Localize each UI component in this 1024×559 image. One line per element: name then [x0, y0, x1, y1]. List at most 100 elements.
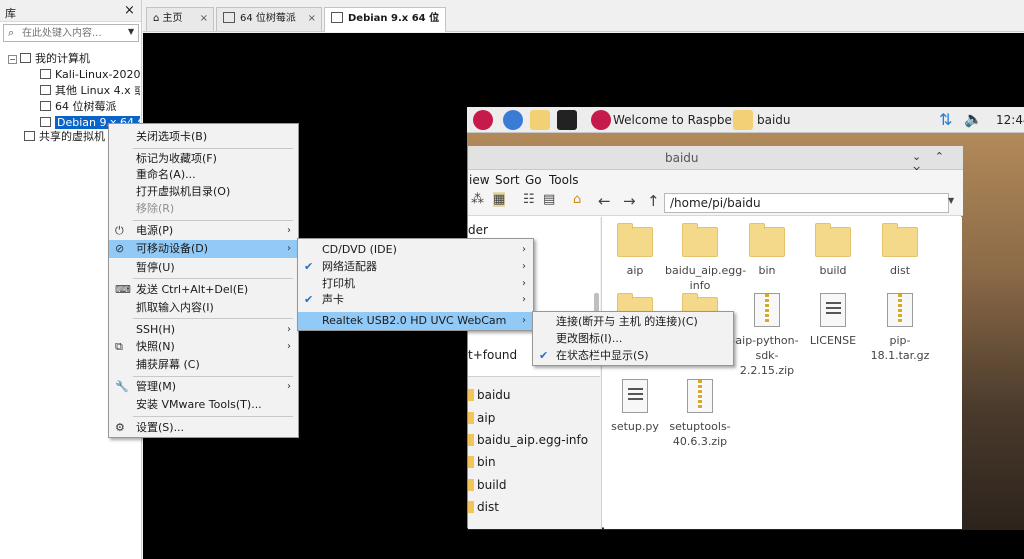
library-search-input[interactable] — [22, 26, 122, 40]
file-item[interactable]: LICENSE — [798, 293, 868, 348]
tree-folder[interactable]: aip — [468, 411, 495, 425]
file-item[interactable]: baidu_aip.egg-info — [665, 223, 746, 293]
device-item-sound[interactable]: ✔ 声卡 › — [298, 291, 533, 309]
window-title: baidu — [665, 151, 699, 165]
tab-vm[interactable]: 64 位树莓派 × — [216, 7, 322, 31]
check-icon: ✔ — [539, 349, 549, 362]
menu-item-close-tab[interactable]: 关闭选项卡(B) — [109, 128, 298, 146]
device-item-cdrom[interactable]: CD/DVD (IDE) › — [298, 241, 533, 259]
compact-view-icon[interactable]: ☷ — [523, 192, 535, 207]
menu-item-pause[interactable]: 暂停(U) — [109, 259, 298, 277]
tree-folder[interactable]: baidu_aip.egg-info — [468, 433, 588, 447]
menu-go[interactable]: Go — [525, 173, 542, 187]
device-item-webcam[interactable]: Realtek USB2.0 HD UVC WebCam › — [298, 312, 533, 330]
vm-icon — [223, 12, 235, 23]
raspberry-menu-icon[interactable] — [473, 110, 493, 130]
folder-icon — [468, 479, 474, 491]
grid-view-icon[interactable]: ▦ — [493, 192, 506, 207]
taskbar-app-label[interactable]: Welcome to Raspberr... — [613, 113, 752, 127]
tree-item-shared[interactable]: 共享的虚拟机 — [24, 129, 105, 145]
file-item[interactable]: aip — [600, 223, 670, 278]
tree-item-vm[interactable]: Kali-Linux-2020. — [40, 67, 140, 83]
tree-folder[interactable]: build — [468, 478, 507, 492]
library-close-button[interactable]: × — [124, 3, 135, 18]
file-item[interactable]: bin — [732, 223, 802, 278]
menu-item-ctrl-alt-del[interactable]: ⌨ 发送 Ctrl+Alt+Del(E) — [109, 281, 298, 299]
power-icon: ⏻ — [115, 224, 124, 237]
path-input[interactable] — [664, 193, 949, 213]
tab-close-button[interactable]: × — [200, 8, 208, 30]
file-item[interactable]: aip-python-sdk-2.2.15.zip — [732, 293, 802, 378]
path-dropdown-icon[interactable]: ▼ — [948, 196, 954, 205]
tree-item-vm[interactable]: 64 位树莓派 — [40, 99, 140, 115]
tree-folder[interactable]: baidu — [468, 388, 511, 402]
icon-view-icon[interactable]: ⁂ — [471, 192, 484, 207]
tab-vm-active[interactable]: Debian 9.x 64 位 × — [324, 7, 446, 32]
device-icon: ⊘ — [115, 242, 125, 255]
menu-separator — [133, 318, 293, 319]
folder-icon[interactable] — [530, 110, 550, 130]
file-item[interactable]: setuptools-40.6.3.zip — [665, 379, 735, 449]
home-icon: ⌂ — [153, 13, 163, 24]
submenu-arrow-icon: › — [287, 243, 291, 254]
vm-icon — [40, 101, 51, 111]
webcam-submenu: 连接(断开与 主机 的连接)(C) 更改图标(I)... ✔ 在状态栏中显示(S) — [532, 311, 734, 366]
devices-submenu: CD/DVD (IDE) › ✔ 网络适配器 › 打印机 › ✔ 声卡 › Realtek … — [297, 238, 534, 331]
menu-sort[interactable]: Sort — [495, 173, 520, 187]
menu-item-capture-screen[interactable]: 捕获屏幕 (C) — [109, 356, 298, 374]
menu-item-removable-devices[interactable]: ⊘ 可移动设备(D) › — [109, 240, 298, 258]
menu-item-manage[interactable]: 🔧 管理(M) › — [109, 378, 298, 396]
home-folder-icon[interactable]: ⌂ — [573, 192, 581, 207]
file-item[interactable]: build — [798, 223, 868, 278]
menu-view[interactable]: iew — [469, 173, 490, 187]
network-icon[interactable]: ⇅ — [939, 110, 952, 129]
back-icon[interactable]: ← — [598, 192, 611, 210]
device-item-network[interactable]: ✔ 网络适配器 › — [298, 258, 533, 276]
menu-item-open-dir[interactable]: 打开虚拟机目录(O) — [109, 183, 298, 201]
browser-icon[interactable] — [503, 110, 523, 130]
webcam-item-show-status[interactable]: ✔ 在状态栏中显示(S) — [533, 347, 733, 365]
tab-close-button[interactable]: × — [308, 8, 316, 30]
collapse-icon[interactable]: − — [8, 55, 17, 64]
menu-item-snapshot[interactable]: ⧉ 快照(N) › — [109, 338, 298, 356]
menu-item-power[interactable]: ⏻ 电源(P) › — [109, 222, 298, 240]
tree-folder[interactable]: bin — [468, 455, 496, 469]
guest-taskbar: Welcome to Raspberr... baidu ⇅ 🔈 12:44 — [467, 107, 1024, 133]
menu-item-ssh[interactable]: SSH(H) › — [109, 321, 298, 339]
menu-separator — [133, 376, 293, 377]
vm-running-icon — [40, 117, 51, 127]
tree-item-my-computer[interactable]: − 我的计算机 — [8, 51, 90, 67]
file-item[interactable]: setup.py — [600, 379, 670, 434]
tree-item-vm[interactable]: 其他 Linux 4.x 或 — [40, 83, 140, 99]
file-manager-titlebar[interactable]: baidu ⌄ ⌃ × — [468, 146, 963, 176]
up-icon[interactable]: ↑ — [647, 192, 660, 210]
forward-icon[interactable]: → — [623, 192, 636, 210]
menu-item-remove[interactable]: 移除(R) — [109, 200, 298, 218]
folder-icon — [617, 223, 653, 257]
taskbar-folder-label[interactable]: baidu — [757, 113, 791, 127]
menu-item-rename[interactable]: 重命名(A)... — [109, 166, 298, 184]
file-item[interactable]: dist — [865, 223, 935, 278]
search-dropdown-icon[interactable]: ▼ — [128, 27, 134, 36]
menu-item-grab-input[interactable]: 抓取输入内容(I) — [109, 299, 298, 317]
webcam-item-change-icon[interactable]: 更改图标(I)... — [533, 330, 733, 348]
place-item[interactable]: t+found — [468, 348, 517, 362]
tab-close-button[interactable]: × — [432, 8, 440, 30]
file-item[interactable]: pip-18.1.tar.gz — [865, 293, 935, 363]
place-item[interactable]: der — [468, 223, 488, 237]
tab-home[interactable]: ⌂ 主页 × — [146, 7, 214, 31]
snapshot-icon: ⧉ — [115, 340, 123, 353]
webcam-item-connect[interactable]: 连接(断开与 主机 的连接)(C) — [533, 313, 733, 331]
vm-context-menu: 关闭选项卡(B) 标记为收藏项(F) 重命名(A)... 打开虚拟机目录(O) … — [108, 123, 299, 438]
settings-icon: ⚙ — [115, 421, 125, 434]
library-search[interactable]: ⌕ ▼ — [3, 24, 139, 42]
volume-icon[interactable]: 🔈 — [964, 110, 983, 128]
menu-item-settings[interactable]: ⚙ 设置(S)... — [109, 419, 298, 437]
list-view-icon[interactable]: ▤ — [543, 192, 555, 207]
sidebar-scrollbar[interactable] — [594, 293, 599, 313]
tree-folder[interactable]: dist — [468, 500, 499, 514]
terminal-icon[interactable] — [557, 110, 577, 130]
menu-item-install-tools[interactable]: 安装 VMware Tools(T)... — [109, 396, 298, 414]
folder-icon — [749, 223, 785, 257]
menu-tools[interactable]: Tools — [549, 173, 579, 187]
